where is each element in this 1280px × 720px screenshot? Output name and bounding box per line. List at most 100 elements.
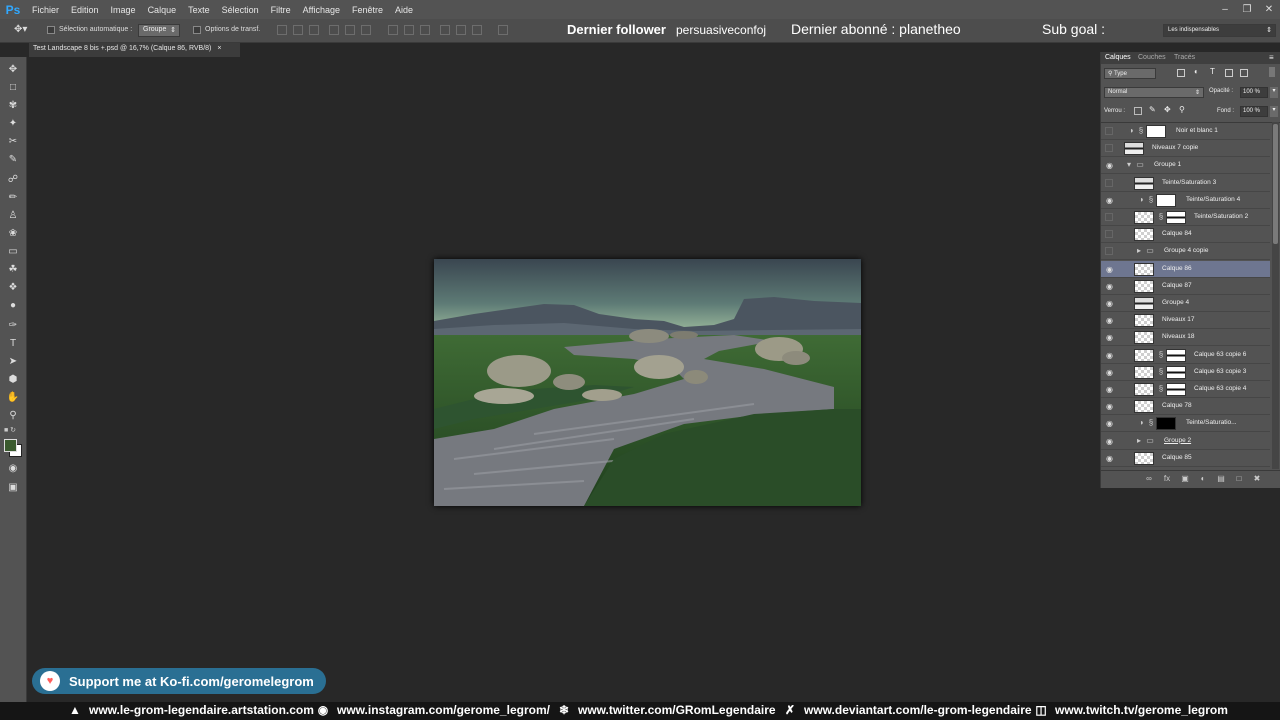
workspace-dropdown[interactable]: Les indispensables ⇕ xyxy=(1163,24,1276,37)
menu-edition[interactable]: Edition xyxy=(65,5,105,15)
layer-name[interactable]: Calque 63 copie 3 xyxy=(1194,368,1246,375)
social-link-twitter[interactable]: ❄ www.twitter.com/GRomLegendaire xyxy=(557,703,776,717)
move-tool-icon[interactable]: ✥▾ xyxy=(14,24,27,35)
menu-texte[interactable]: Texte xyxy=(182,5,216,15)
zoom-tool-icon[interactable]: ⚲ xyxy=(4,408,22,423)
eye-icon[interactable]: ◉ xyxy=(1105,454,1114,463)
social-link-twitch[interactable]: ◫ www.twitch.tv/gerome_legrom xyxy=(1034,703,1228,717)
layer-thumbnail[interactable] xyxy=(1134,451,1154,465)
new-adjustment-icon[interactable]: ◐ xyxy=(1198,474,1208,484)
auto-select-checkbox[interactable] xyxy=(47,26,55,34)
expand-right-icon[interactable]: ▸ xyxy=(1134,436,1144,446)
filter-type-icon[interactable]: T xyxy=(1210,67,1215,76)
eye-icon[interactable]: ◉ xyxy=(1105,368,1114,377)
layer-thumbnail[interactable] xyxy=(1134,400,1154,414)
layer-mask-thumbnail[interactable] xyxy=(1156,193,1176,207)
layer-row[interactable]: ◉ Niveaux 17 xyxy=(1101,312,1270,330)
layer-row[interactable]: § Teinte/Saturation 2 xyxy=(1101,209,1270,226)
layer-thumbnail[interactable] xyxy=(1134,365,1154,379)
lock-all-icon[interactable]: ⚲ xyxy=(1179,105,1185,114)
align-vcenter-icon[interactable] xyxy=(293,25,303,35)
layer-thumbnail[interactable] xyxy=(1134,348,1154,362)
layer-name[interactable]: Calque 86 xyxy=(1162,265,1192,272)
lock-transparent-icon[interactable] xyxy=(1134,107,1142,115)
layer-mask-thumbnail[interactable] xyxy=(1166,383,1186,396)
restore-icon[interactable]: ❐ xyxy=(1236,0,1258,19)
layer-row[interactable]: ◉ ▸ ▭ Groupe 2 xyxy=(1101,433,1270,450)
layer-name[interactable]: Niveaux 17 xyxy=(1162,316,1195,323)
layer-thumbnail[interactable] xyxy=(1134,314,1154,328)
layer-thumbnail[interactable] xyxy=(1134,262,1154,276)
link-layers-icon[interactable]: ∞ xyxy=(1144,474,1154,484)
hidden-visibility-box[interactable] xyxy=(1105,230,1113,239)
layer-name[interactable]: Teinte/Saturation 3 xyxy=(1162,179,1216,186)
layer-row[interactable]: ◉ Niveaux 18 xyxy=(1101,329,1270,347)
layer-row[interactable]: ◑ § Noir et blanc 1 xyxy=(1101,123,1270,140)
align-hcenter-icon[interactable] xyxy=(345,25,355,35)
social-link-deviantart[interactable]: ✗ www.deviantart.com/le-grom-legendaire xyxy=(783,703,1032,717)
layer-name[interactable]: Calque 63 copie 4 xyxy=(1194,385,1246,392)
align-left-icon[interactable] xyxy=(329,25,339,35)
hidden-visibility-box[interactable] xyxy=(1105,213,1113,221)
layer-name[interactable]: Calque 78 xyxy=(1162,402,1192,409)
menu-filtre[interactable]: Filtre xyxy=(265,5,297,15)
document-canvas[interactable] xyxy=(434,259,861,506)
layer-mask-thumbnail[interactable] xyxy=(1156,417,1176,431)
layer-row[interactable]: ▸ ▭ Groupe 4 copie xyxy=(1101,243,1270,261)
layer-thumbnail[interactable] xyxy=(1124,142,1144,156)
close-icon[interactable]: ✕ xyxy=(1258,0,1280,19)
layer-name[interactable]: Groupe 1 xyxy=(1154,161,1181,168)
lock-position-icon[interactable]: ✥ xyxy=(1164,105,1171,114)
layer-mask-thumbnail[interactable] xyxy=(1146,125,1166,138)
menu-affichage[interactable]: Affichage xyxy=(297,5,346,15)
distribute-top-icon[interactable] xyxy=(388,25,398,35)
eyedropper-tool-icon[interactable]: ✎ xyxy=(4,152,22,167)
hidden-visibility-box[interactable] xyxy=(1105,127,1113,135)
tab-calques[interactable]: Calques xyxy=(1105,54,1131,61)
layer-thumbnail[interactable] xyxy=(1134,211,1154,224)
blend-mode-dropdown[interactable]: Normal ⇕ xyxy=(1104,87,1204,98)
new-layer-icon[interactable]: □ xyxy=(1234,474,1244,484)
layer-row[interactable]: ◉ Groupe 4 xyxy=(1101,295,1270,312)
layer-thumbnail[interactable] xyxy=(1134,297,1154,310)
opacity-arrow-icon[interactable]: ▾ xyxy=(1270,87,1278,98)
add-mask-icon[interactable]: ▣ xyxy=(1180,474,1190,484)
shape-tool-icon[interactable]: ⬢ xyxy=(4,372,22,387)
layer-row[interactable]: ◉ Calque 86 xyxy=(1101,260,1270,278)
eye-icon[interactable]: ◉ xyxy=(1105,282,1114,291)
dodge-tool-icon[interactable]: ● xyxy=(4,298,22,313)
hidden-visibility-box[interactable] xyxy=(1105,247,1113,256)
eye-icon[interactable]: ◉ xyxy=(1105,161,1114,170)
layer-thumbnail[interactable] xyxy=(1134,228,1154,242)
delete-layer-icon[interactable]: ✖ xyxy=(1252,474,1262,484)
eye-icon[interactable]: ◉ xyxy=(1105,437,1114,446)
layer-row[interactable]: Calque 84 xyxy=(1101,226,1270,244)
pen-tool-icon[interactable]: ✑ xyxy=(4,318,22,333)
layer-mask-thumbnail[interactable] xyxy=(1166,348,1186,362)
filter-shape-icon[interactable] xyxy=(1225,69,1233,77)
social-link-instagram[interactable]: ◉ www.instagram.com/gerome_legrom/ xyxy=(316,703,550,717)
distribute-right-icon[interactable] xyxy=(472,25,482,35)
layer-mask-thumbnail[interactable] xyxy=(1166,365,1186,379)
crop-tool-icon[interactable]: ✂ xyxy=(4,134,22,149)
layer-row[interactable]: Niveaux 7 copie xyxy=(1101,140,1270,158)
eye-icon[interactable]: ◉ xyxy=(1105,316,1114,325)
layer-style-icon[interactable]: fx xyxy=(1162,474,1172,484)
layer-row[interactable]: ◉ Calque 85 xyxy=(1101,450,1270,467)
layer-name[interactable]: Niveaux 7 copie xyxy=(1152,144,1198,151)
layer-name[interactable]: Calque 84 xyxy=(1162,230,1192,237)
layer-row[interactable]: ◉ Calque 78 xyxy=(1101,398,1270,416)
swap-colors-icon[interactable]: ■ ↻ xyxy=(4,426,16,434)
layer-row[interactable]: ◉ § Calque 63 copie 4 xyxy=(1101,381,1270,398)
menu-image[interactable]: Image xyxy=(105,5,142,15)
layer-thumbnail[interactable] xyxy=(1134,279,1154,293)
move-tool-icon[interactable]: ✥ xyxy=(4,62,22,77)
align-right-icon[interactable] xyxy=(361,25,371,35)
distribute-bottom-icon[interactable] xyxy=(420,25,430,35)
distribute-left-icon[interactable] xyxy=(440,25,450,35)
healing-tool-icon[interactable]: ☍ xyxy=(4,172,22,187)
eye-icon[interactable]: ◉ xyxy=(1105,196,1114,205)
hand-tool-icon[interactable]: ✋ xyxy=(4,390,22,405)
fill-field[interactable]: 100 % xyxy=(1240,106,1268,117)
opacity-field[interactable]: 100 % xyxy=(1240,87,1268,98)
